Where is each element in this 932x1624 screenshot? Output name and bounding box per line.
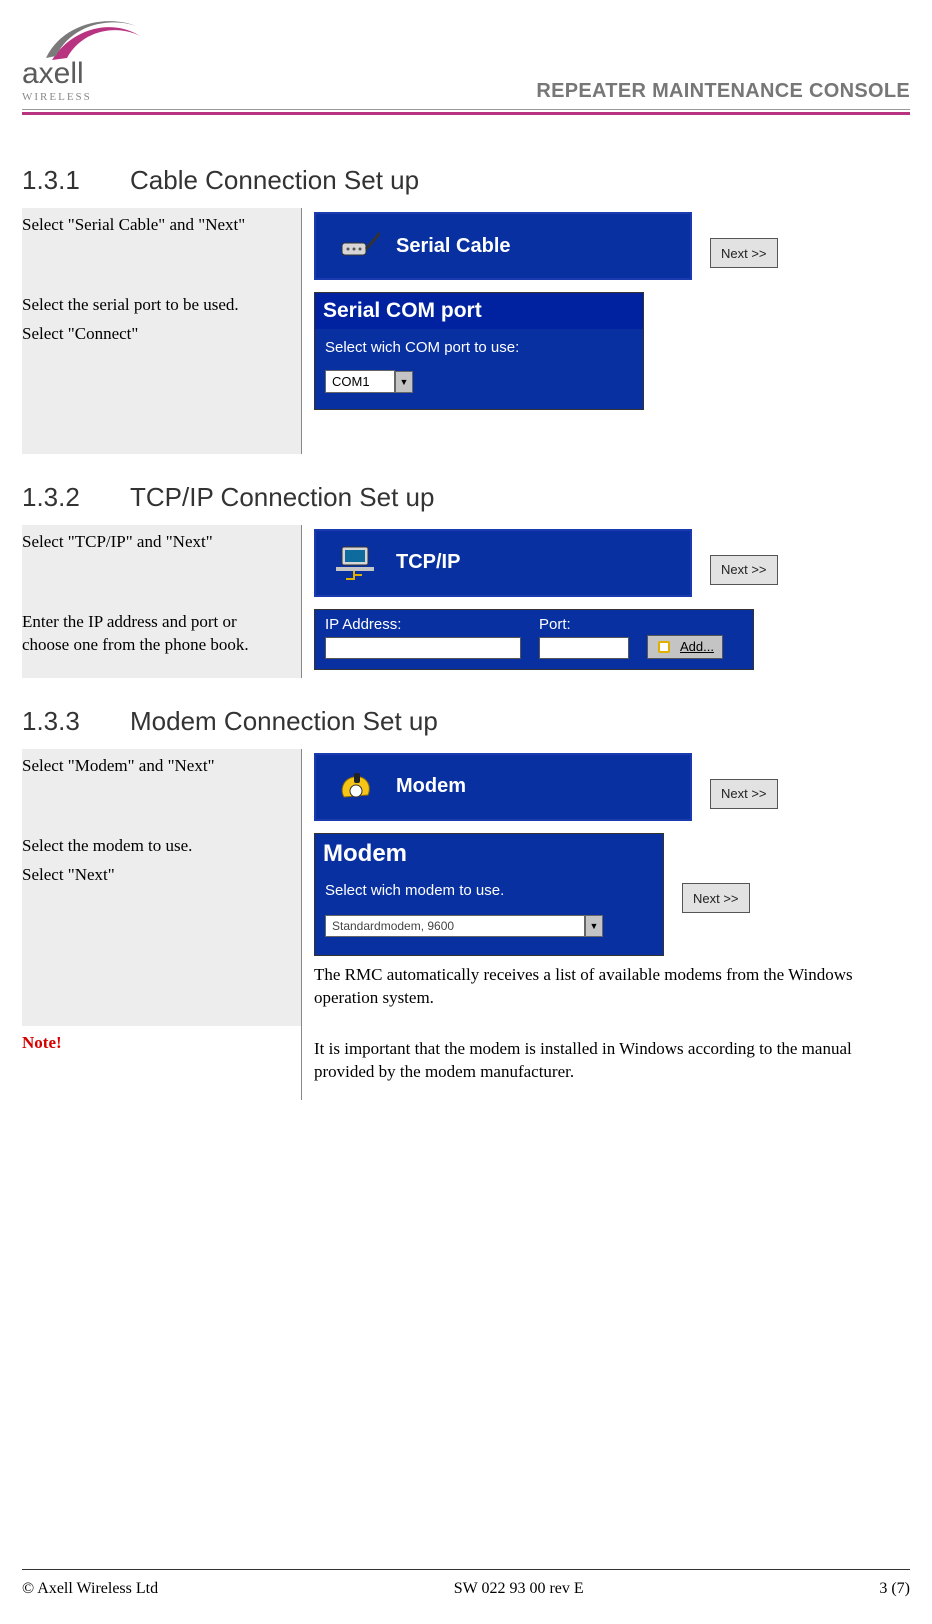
s3-step2-text: Select the modem to use. Select "Next" (22, 829, 302, 1026)
instruction-text: Enter the IP address and port or choose … (22, 611, 287, 657)
port-input[interactable] (539, 637, 629, 659)
section-1-3-2-heading: 1.3.2 TCP/IP Connection Set up (22, 482, 910, 513)
s1-step2-text: Select the serial port to be used. Selec… (22, 288, 302, 454)
s3-step1-text: Select "Modem" and "Next" (22, 749, 302, 829)
s1-step2: Select the serial port to be used. Selec… (22, 288, 910, 454)
s1-step1-text: Select "Serial Cable" and "Next" (22, 208, 302, 288)
com-port-dropdown[interactable]: COM1 ▼ (325, 370, 413, 393)
next-button[interactable]: Next >> (682, 883, 750, 913)
next-button[interactable]: Next >> (710, 779, 778, 809)
tcpip-address-panel: IP Address: Port: Add... (314, 609, 754, 670)
s3-step1: Select "Modem" and "Next" Modem Next >> (22, 749, 910, 829)
ip-address-group: IP Address: (325, 616, 521, 659)
port-group: Port: (539, 616, 629, 659)
section-title: Modem Connection Set up (130, 706, 438, 736)
s1-step2-visual: Serial COM port Select wich COM port to … (302, 288, 910, 454)
instruction-text: Select "TCP/IP" and "Next" (22, 531, 287, 554)
add-button[interactable]: Add... (647, 635, 723, 659)
instruction-text: Select "Serial Cable" and "Next" (22, 214, 287, 237)
next-button[interactable]: Next >> (710, 555, 778, 585)
after-panel-text: The RMC automatically receives a list of… (314, 964, 910, 1010)
page-header: axell WIRELESS REPEATER MAINTENANCE CONS… (0, 0, 932, 115)
section-number: 1.3.1 (22, 165, 102, 196)
phonebook-icon (656, 639, 674, 655)
instruction-text: Select the modem to use. (22, 835, 287, 858)
next-button[interactable]: Next >> (710, 238, 778, 268)
ip-address-input[interactable] (325, 637, 521, 659)
modem-banner[interactable]: Modem (314, 753, 692, 821)
brand-sub: WIRELESS (22, 91, 92, 103)
s3-note-label-col: Note! (22, 1026, 302, 1100)
page-footer: © Axell Wireless Ltd SW 022 93 00 rev E … (22, 1569, 910, 1598)
instruction-text: Select "Connect" (22, 323, 287, 346)
serial-com-port-panel: Serial COM port Select wich COM port to … (314, 292, 644, 410)
s2-step2-visual: IP Address: Port: Add... (302, 605, 910, 678)
instruction-text: Select the serial port to be used. (22, 294, 287, 317)
panel-instruction: Select wich COM port to use: (325, 339, 633, 356)
s1-step1: Select "Serial Cable" and "Next" Serial … (22, 208, 910, 288)
s2-step1-visual: TCP/IP Next >> (302, 525, 910, 605)
modem-icon (336, 769, 380, 805)
s2-step1-text: Select "TCP/IP" and "Next" (22, 525, 302, 605)
banner-label: Serial Cable (396, 235, 511, 258)
section-1-3-3-heading: 1.3.3 Modem Connection Set up (22, 706, 910, 737)
section-1-3-1-heading: 1.3.1 Cable Connection Set up (22, 165, 910, 196)
port-label: Port: (539, 616, 629, 633)
modem-dropdown[interactable]: Standardmodem, 9600 ▼ (325, 915, 603, 937)
footer-docid: SW 022 93 00 rev E (454, 1580, 584, 1598)
panel-title: Serial COM port (315, 293, 643, 329)
note-text: It is important that the modem is instal… (314, 1038, 910, 1084)
s2-step2-text: Enter the IP address and port or choose … (22, 605, 302, 678)
header-title: REPEATER MAINTENANCE CONSOLE (536, 80, 910, 103)
s2-step1: Select "TCP/IP" and "Next" TCP/IP Next >… (22, 525, 910, 605)
panel-instruction: Select wich modem to use. (325, 882, 653, 899)
s2-step2: Enter the IP address and port or choose … (22, 605, 910, 678)
ip-address-label: IP Address: (325, 616, 521, 633)
section-number: 1.3.3 (22, 706, 102, 737)
tcpip-icon (336, 543, 380, 583)
header-row: axell WIRELESS REPEATER MAINTENANCE CONS… (22, 18, 910, 103)
footer-pagenum: 3 (7) (879, 1580, 910, 1598)
banner-label: Modem (396, 775, 466, 798)
s3-step2-visual: Modem Select wich modem to use. Standard… (302, 829, 910, 1026)
logo: axell WIRELESS (22, 18, 142, 103)
section-title: TCP/IP Connection Set up (130, 482, 434, 512)
add-label: Add... (680, 639, 714, 654)
serial-cable-banner[interactable]: Serial Cable (314, 212, 692, 280)
s3-note-row: Note! It is important that the modem is … (22, 1026, 910, 1100)
instruction-text: Select "Next" (22, 864, 287, 887)
s3-step1-visual: Modem Next >> (302, 749, 910, 829)
footer-copyright: © Axell Wireless Ltd (22, 1580, 158, 1598)
modem-select-panel: Modem Select wich modem to use. Standard… (314, 833, 664, 956)
s1-step1-visual: Serial Cable Next >> (302, 208, 910, 288)
dropdown-value: COM1 (325, 370, 395, 393)
tcpip-banner[interactable]: TCP/IP (314, 529, 692, 597)
chevron-down-icon[interactable]: ▼ (585, 915, 603, 937)
content: 1.3.1 Cable Connection Set up Select "Ser… (0, 115, 932, 1100)
chevron-down-icon[interactable]: ▼ (395, 371, 413, 393)
banner-label: TCP/IP (396, 551, 460, 574)
panel-title: Modem (315, 834, 663, 874)
serial-cable-icon (336, 229, 380, 263)
note-label: Note! (22, 1032, 287, 1055)
section-number: 1.3.2 (22, 482, 102, 513)
dropdown-value: Standardmodem, 9600 (325, 915, 585, 937)
s3-note-text-col: It is important that the modem is instal… (302, 1026, 910, 1100)
brand-main: axell (22, 57, 84, 91)
section-title: Cable Connection Set up (130, 165, 419, 195)
s3-step2: Select the modem to use. Select "Next" M… (22, 829, 910, 1026)
instruction-text: Select "Modem" and "Next" (22, 755, 287, 778)
